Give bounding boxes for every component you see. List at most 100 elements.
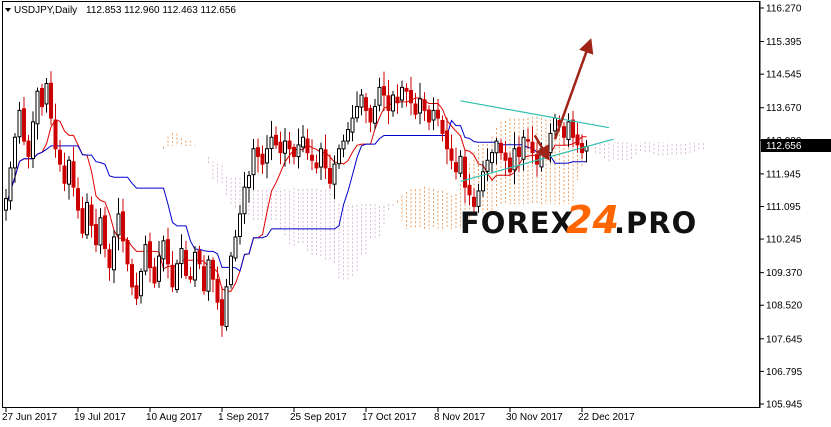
candle-body	[184, 250, 188, 276]
candle-body	[179, 247, 184, 265]
x-tick-label: 30 Nov 2017	[506, 412, 563, 423]
candle-body	[323, 149, 328, 169]
candle-body	[382, 86, 386, 96]
y-tick-label: 107.645	[766, 334, 803, 345]
candle-body	[49, 82, 53, 119]
candle-body	[458, 155, 463, 174]
candle-body	[346, 129, 350, 142]
x-tick-label: 10 Aug 2017	[146, 412, 203, 423]
chart-header: USDJPY,Daily 112.853 112.960 112.463 112…	[5, 5, 236, 16]
candle-body	[44, 83, 49, 105]
candle-body	[211, 259, 215, 280]
candle-body	[107, 249, 112, 269]
candle-body	[35, 90, 40, 125]
candle-body	[350, 117, 355, 133]
x-tick-label: 27 Jun 2017	[2, 412, 57, 423]
candle-body	[449, 148, 454, 161]
candle-body	[548, 132, 553, 154]
y-tick-label: 106.795	[766, 367, 803, 378]
candle-body	[256, 147, 260, 157]
candle-body	[319, 148, 323, 168]
candle-body	[67, 159, 71, 185]
y-tick-label: 114.545	[766, 70, 802, 81]
candle-body	[539, 148, 544, 168]
candle-body	[269, 136, 274, 149]
candle-body	[265, 148, 269, 164]
candle-body	[8, 167, 13, 202]
candle-body	[359, 94, 364, 108]
y-tick-label: 113.670	[766, 103, 802, 114]
candle-body	[206, 259, 211, 292]
candle-body	[283, 140, 287, 154]
candle-body	[197, 250, 202, 265]
candle-body	[238, 213, 242, 237]
candle-body	[368, 107, 373, 123]
candle-body	[566, 121, 571, 141]
candle-body	[490, 152, 494, 164]
x-tick-label: 19 Jul 2017	[74, 412, 126, 423]
candle-body	[503, 152, 508, 161]
candle-body	[274, 134, 278, 146]
candle-body	[499, 142, 503, 154]
candle-body	[310, 154, 314, 161]
candle-body	[445, 130, 449, 150]
candle-body	[22, 108, 26, 142]
candle-body	[467, 184, 472, 196]
candle-body	[170, 264, 175, 288]
y-tick-label: 116.270	[766, 4, 802, 15]
candle-body	[143, 244, 148, 272]
candle-body	[494, 140, 499, 154]
candle-body	[53, 119, 58, 150]
candle-body	[472, 196, 476, 207]
candle-body	[409, 90, 413, 104]
candle-body	[404, 87, 409, 92]
candle-body	[287, 140, 292, 150]
candle-body	[224, 286, 229, 328]
current-price-marker: 112.656	[761, 139, 831, 152]
candle-body	[553, 117, 557, 132]
candle-body	[436, 109, 440, 119]
y-tick-label: 115.395	[766, 37, 802, 48]
candle-body	[526, 139, 530, 142]
header-symbol: USDJPY,Daily	[14, 5, 77, 16]
candle-body	[121, 211, 125, 242]
candle-body	[431, 109, 436, 121]
candle-body	[94, 224, 98, 246]
candle-body	[413, 103, 418, 115]
candle-body	[422, 99, 427, 111]
candle-body	[562, 126, 566, 138]
candle-body	[17, 109, 22, 138]
candle-body	[62, 165, 67, 184]
candle-body	[13, 136, 17, 169]
y-tick-label: 108.520	[766, 301, 803, 312]
candle-body	[98, 217, 103, 246]
candle-body	[202, 266, 206, 292]
candle-body	[454, 162, 458, 173]
price-chart[interactable]: FOREX 24 .PRO 116.270 115.395 114.545 113.6…	[0, 0, 831, 427]
candle-body	[242, 186, 247, 215]
candle-body	[328, 168, 332, 184]
candle-body	[152, 266, 157, 284]
candle-body	[314, 162, 319, 169]
candle-body	[134, 285, 139, 299]
candle-body	[188, 276, 193, 280]
candle-body	[517, 146, 521, 157]
candle-body	[89, 204, 94, 226]
candle-body	[85, 201, 89, 236]
candle-body	[58, 149, 62, 165]
candle-body	[148, 241, 152, 269]
candle-body	[530, 141, 535, 154]
candle-body	[71, 161, 76, 188]
candle-body	[112, 236, 116, 271]
candle-body	[440, 119, 445, 134]
x-tick-label: 8 Nov 2017	[434, 412, 486, 423]
candle-body	[4, 198, 8, 211]
candle-body	[260, 153, 265, 165]
candle-body	[247, 175, 251, 189]
candle-body	[485, 159, 490, 172]
candle-body	[220, 299, 224, 326]
candle-body	[130, 264, 134, 288]
x-tick-label: 22 Dec 2017	[578, 412, 635, 423]
candle-body	[427, 109, 431, 123]
watermark-forex: FOREX	[460, 206, 574, 240]
